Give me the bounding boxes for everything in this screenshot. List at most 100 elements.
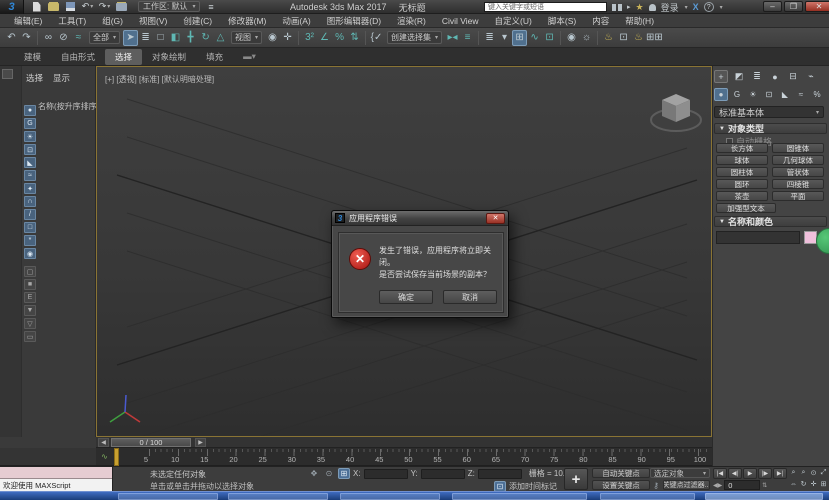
ribbon-tab-freeform[interactable]: 自由形式 — [51, 49, 105, 65]
ribbon-tab-selection[interactable]: 选择 — [105, 49, 142, 65]
selected-objects-dropdown[interactable]: 选定对象▾ — [650, 468, 710, 478]
tab-create-icon[interactable]: + — [714, 70, 728, 83]
redo-icon[interactable]: ↷▾ — [98, 1, 111, 12]
close-button[interactable]: ✕ — [805, 1, 829, 12]
time-forward-icon[interactable]: ▶ — [195, 438, 206, 447]
windows-taskbar[interactable] — [0, 491, 829, 500]
help-dropdown-icon[interactable]: ▾ — [720, 4, 723, 11]
select-by-name-icon[interactable]: ≣ — [138, 30, 153, 46]
explorer-column-header[interactable]: 名称(按升序排序) — [38, 101, 99, 112]
filter-spacewarps-icon[interactable]: ≈ — [24, 170, 36, 181]
menu-animation[interactable]: 动画(A) — [274, 15, 318, 27]
ok-button[interactable]: 确定 — [379, 290, 433, 304]
zoom-region-icon[interactable]: ⤢ — [819, 468, 828, 478]
current-frame-field[interactable]: 0 — [724, 480, 760, 490]
restore-button[interactable]: ❐ — [784, 1, 803, 12]
menu-rendering[interactable]: 渲染(R) — [389, 15, 434, 27]
menu-scripting[interactable]: 脚本(S) — [540, 15, 584, 27]
create-textplus-button[interactable]: 加强型文本 — [716, 203, 776, 213]
select-move-icon[interactable]: ╋ — [183, 30, 198, 46]
tab-motion-icon[interactable]: ● — [768, 70, 782, 83]
workspace-dropdown[interactable]: 工作区: 默认▾ — [138, 1, 200, 12]
y-coordinate-field[interactable] — [421, 469, 465, 479]
percent-snap-icon[interactable]: % — [332, 30, 347, 46]
menu-customize[interactable]: 自定义(U) — [487, 15, 540, 27]
selection-lock-icon[interactable]: ⊙ — [323, 468, 335, 479]
render-preview-icon[interactable]: ⊡ — [616, 30, 631, 46]
filter-geometry-icon[interactable]: G — [24, 118, 36, 129]
panel-dock-icon[interactable] — [2, 69, 13, 79]
filter-helpers-icon[interactable]: ◣ — [24, 157, 36, 168]
render-iterative-icon[interactable]: ⊞⊞ — [646, 30, 663, 46]
menu-graph-editors[interactable]: 图形编辑器(D) — [319, 15, 389, 27]
explorer-tab-select[interactable]: 选择 — [26, 72, 43, 84]
key-filters-button[interactable]: 关键点过滤器... — [663, 480, 710, 490]
align-icon[interactable]: ≡ — [460, 30, 475, 46]
explorer-folder-icon[interactable]: ▭ — [24, 331, 36, 342]
zoom-icon[interactable]: ⌕ — [789, 468, 798, 478]
category-cameras-icon[interactable]: ⊡ — [762, 88, 776, 101]
previous-frame-icon[interactable]: ◀| — [728, 468, 742, 479]
ribbon-minimize-icon[interactable]: ▬▾ — [233, 49, 266, 64]
signin-link[interactable]: 登录 — [661, 1, 679, 14]
create-layout-tab-button[interactable]: + — [564, 468, 588, 490]
cancel-button[interactable]: 取消 — [443, 290, 497, 304]
x-coordinate-field[interactable] — [364, 469, 408, 479]
undo-icon[interactable]: ↶▾ — [81, 1, 94, 12]
render-production-icon[interactable]: ♨ — [631, 30, 646, 46]
object-name-field[interactable] — [716, 231, 800, 244]
explorer-tab-display[interactable]: 显示 — [53, 72, 70, 84]
open-file-icon[interactable] — [47, 1, 60, 12]
taskbar-app-3[interactable] — [340, 493, 440, 500]
bind-spacewarp-icon[interactable]: ≈ — [71, 30, 86, 46]
category-systems-icon[interactable]: % — [810, 88, 824, 101]
exchange-icon[interactable]: ▸ — [627, 3, 631, 11]
3dsmax-logo-icon[interactable]: 3 — [0, 0, 24, 14]
ribbon-tab-populate[interactable]: 填充 — [196, 49, 233, 65]
select-manipulate-icon[interactable]: ✛ — [280, 30, 295, 46]
render-setup-icon[interactable]: ☼ — [579, 30, 594, 46]
favorites-star-icon[interactable]: ★ — [636, 2, 644, 13]
taskbar-app-active[interactable] — [705, 493, 823, 500]
select-link-icon[interactable]: ∞ — [41, 30, 56, 46]
dialog-title-bar[interactable]: 3 应用程序错误 ✕ — [332, 211, 508, 226]
curve-editor-icon[interactable]: ∿ — [527, 30, 542, 46]
schematic-view-icon[interactable]: ⊡ — [542, 30, 557, 46]
tab-modify-icon[interactable]: ◩ — [732, 70, 746, 83]
rect-selection-region-icon[interactable]: □ — [153, 30, 168, 46]
selection-filter-dropdown[interactable]: 全部▾ — [89, 31, 120, 44]
taskbar-app-5[interactable] — [600, 493, 695, 500]
category-spacewarps-icon[interactable]: ≈ — [794, 88, 808, 101]
go-to-start-icon[interactable]: |◀ — [713, 468, 727, 479]
auto-key-button[interactable]: 自动关键点 — [592, 468, 650, 478]
create-cone-button[interactable]: 圆锥体 — [772, 143, 824, 153]
material-editor-icon[interactable]: ◉ — [564, 30, 579, 46]
scene-explorer-toggle-icon[interactable]: ⊞ — [512, 30, 527, 46]
explorer-display-influences-icon[interactable]: ■ — [24, 279, 36, 290]
z-coordinate-field[interactable] — [478, 469, 522, 479]
filter-objects-icon[interactable]: ● — [24, 105, 36, 116]
user-icon[interactable] — [649, 4, 656, 11]
save-file-icon[interactable] — [64, 1, 77, 12]
signin-dropdown-icon[interactable]: ▾ — [685, 4, 688, 11]
taskbar-app-4[interactable] — [452, 493, 587, 500]
create-sphere-button[interactable]: 球体 — [716, 155, 768, 165]
tab-hierarchy-icon[interactable]: ≣ — [750, 70, 764, 83]
taskbar-app-1[interactable] — [118, 493, 218, 500]
create-tube-button[interactable]: 管状体 — [772, 167, 824, 177]
filter-cameras-icon[interactable]: ⊡ — [24, 144, 36, 155]
category-helpers-icon[interactable]: ◣ — [778, 88, 792, 101]
isolate-selection-icon[interactable]: ✥ — [308, 468, 320, 479]
menu-group[interactable]: 组(G) — [94, 15, 131, 27]
filter-hidden-icon[interactable]: ◉ — [24, 248, 36, 259]
mirror-icon[interactable]: ▸◂ — [445, 30, 460, 46]
filter-containers-icon[interactable]: ∩ — [24, 196, 36, 207]
primitive-category-dropdown[interactable]: 标准基本体▾ — [714, 106, 824, 118]
layer-list-icon[interactable]: ▾ — [497, 30, 512, 46]
absolute-mode-icon[interactable]: ⊞ — [338, 468, 350, 479]
create-cylinder-button[interactable]: 圆柱体 — [716, 167, 768, 177]
taskbar-app-2[interactable] — [228, 493, 328, 500]
dialog-close-icon[interactable]: ✕ — [486, 213, 505, 224]
filter-materials-icon[interactable]: / — [24, 209, 36, 220]
menu-edit[interactable]: 编辑(E) — [6, 15, 50, 27]
